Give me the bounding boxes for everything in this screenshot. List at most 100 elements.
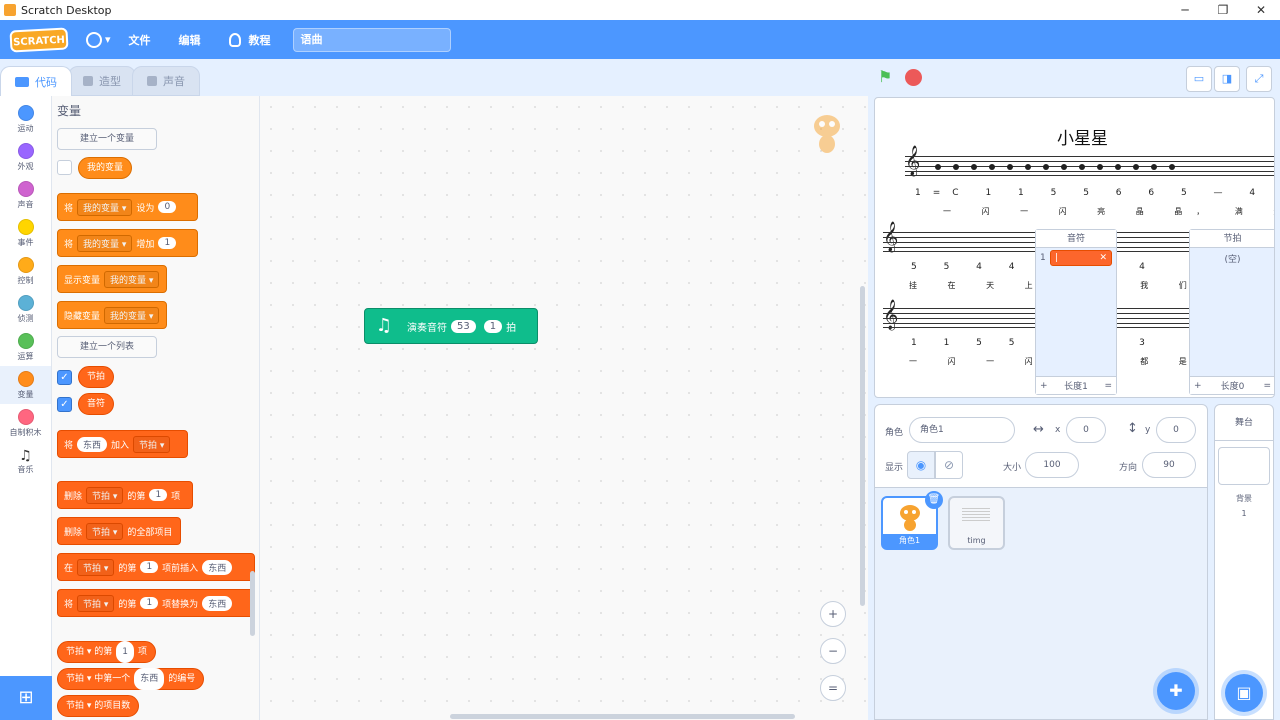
list-reporter-beats[interactable]: 节拍 bbox=[78, 366, 115, 388]
stage-selector-panel[interactable]: 舞台 背景 1 bbox=[1214, 404, 1274, 720]
show-sprite-button[interactable]: ◉ bbox=[907, 451, 935, 479]
sprite-card-1[interactable]: 角色1 🗑 bbox=[881, 491, 943, 550]
category-sound[interactable]: 声音 bbox=[0, 176, 51, 214]
stage-canvas[interactable]: 小星星 𝄞 1=C 1 1 5 5 6 6 5 — 4 4 3 3 2 2 1 … bbox=[874, 97, 1275, 398]
list-dropdown[interactable]: 节拍 ▾ bbox=[77, 558, 115, 576]
value-input[interactable]: 东西 bbox=[202, 559, 233, 575]
palette-scrollbar[interactable] bbox=[250, 571, 255, 636]
hide-variable-block[interactable]: 隐藏变量 我的变量 ▾ bbox=[57, 301, 167, 329]
replace-item-block[interactable]: 将 节拍 ▾ 的第 1 项替换为 东西 bbox=[57, 589, 255, 617]
variable-dropdown[interactable]: 我的变量 ▾ bbox=[77, 198, 133, 216]
item-of-list-reporter[interactable]: 节拍 ▾ 的第 1 项 bbox=[57, 641, 157, 663]
script-workspace[interactable]: ♫ 演奏音符 53 1 拍 + − = bbox=[260, 96, 868, 720]
category-looks[interactable]: 外观 bbox=[0, 138, 51, 176]
hide-sprite-button[interactable]: ⊘ bbox=[935, 451, 963, 479]
length-of-list-reporter[interactable]: 节拍 ▾ 的项目数 bbox=[57, 695, 140, 717]
zoom-reset-button[interactable]: = bbox=[820, 675, 846, 701]
value-input[interactable]: 1 bbox=[140, 561, 159, 573]
backdrop-thumbnail[interactable] bbox=[1218, 447, 1270, 485]
list-dropdown[interactable]: 节拍 ▾ bbox=[77, 594, 115, 612]
zoom-in-button[interactable]: + bbox=[820, 601, 846, 627]
tab-costumes[interactable]: 造型 bbox=[68, 66, 136, 96]
y-input[interactable]: 0 bbox=[1156, 417, 1196, 443]
delete-item-block[interactable]: 删除 节拍 ▾ 的第 1 项 bbox=[57, 481, 193, 509]
project-title-input[interactable]: 语曲 bbox=[292, 27, 451, 52]
make-variable-button[interactable]: 建立一个变量 bbox=[57, 128, 157, 150]
list-monitor-beats[interactable]: 节拍 (空) + 长度0 = bbox=[1189, 229, 1274, 395]
value-input[interactable]: 1 bbox=[149, 489, 168, 501]
add-to-list-block[interactable]: 将 东西 加入 节拍 ▾ bbox=[57, 430, 188, 458]
list-item-editor[interactable]: | ✕ bbox=[1050, 250, 1112, 266]
tab-sounds[interactable]: 声音 bbox=[132, 66, 200, 96]
list-dropdown[interactable]: 节拍 ▾ bbox=[86, 522, 124, 540]
play-note-block[interactable]: ♫ 演奏音符 53 1 拍 bbox=[364, 308, 538, 344]
set-variable-block[interactable]: 将 我的变量 ▾ 设为 0 bbox=[57, 193, 198, 221]
show-variable-block[interactable]: 显示变量 我的变量 ▾ bbox=[57, 265, 167, 293]
add-extension-button[interactable]: ⊞ bbox=[0, 676, 52, 720]
sprite-card-2[interactable]: timg bbox=[948, 496, 1005, 550]
list-checkbox-beats[interactable]: ✓ bbox=[57, 370, 72, 385]
resize-handle[interactable]: = bbox=[1104, 381, 1112, 391]
beats-input[interactable]: 1 bbox=[483, 319, 503, 333]
variable-dropdown[interactable]: 我的变量 ▾ bbox=[77, 234, 133, 252]
language-menu[interactable]: ▾ bbox=[86, 31, 111, 48]
delete-item-icon[interactable]: ✕ bbox=[1099, 253, 1107, 263]
list-item[interactable]: 1 | ✕ bbox=[1040, 250, 1112, 266]
category-music[interactable]: ♫ 音乐 bbox=[0, 442, 51, 480]
category-my-blocks[interactable]: 自制积木 bbox=[0, 404, 51, 442]
resize-handle[interactable]: = bbox=[1263, 381, 1271, 391]
x-input[interactable]: 0 bbox=[1066, 417, 1106, 443]
list-monitor-notes[interactable]: 音符 1 | ✕ + 长度1 = bbox=[1035, 229, 1117, 395]
maximize-button[interactable]: ❐ bbox=[1204, 0, 1242, 20]
sprite-name-input[interactable]: 角色1 bbox=[909, 417, 1015, 443]
value-input[interactable]: 1 bbox=[158, 237, 177, 249]
minimize-button[interactable]: ─ bbox=[1166, 0, 1204, 20]
variable-dropdown[interactable]: 我的变量 ▾ bbox=[104, 270, 160, 288]
list-checkbox-notes[interactable]: ✓ bbox=[57, 397, 72, 412]
tutorials-button[interactable]: 教程 bbox=[228, 32, 271, 48]
normal-stage-button[interactable]: ◨ bbox=[1214, 66, 1240, 92]
value-input[interactable]: 1 bbox=[140, 597, 159, 609]
delete-all-block[interactable]: 删除 节拍 ▾ 的全部项目 bbox=[57, 517, 181, 545]
close-window-button[interactable]: ✕ bbox=[1242, 0, 1280, 20]
list-reporter-notes[interactable]: 音符 bbox=[78, 393, 115, 415]
size-input[interactable]: 100 bbox=[1025, 452, 1079, 478]
value-input[interactable]: 0 bbox=[158, 201, 177, 213]
category-sensing[interactable]: 侦测 bbox=[0, 290, 51, 328]
category-events[interactable]: 事件 bbox=[0, 214, 51, 252]
variable-dropdown[interactable]: 我的变量 ▾ bbox=[104, 306, 160, 324]
zoom-out-button[interactable]: − bbox=[820, 638, 846, 664]
make-list-button[interactable]: 建立一个列表 bbox=[57, 336, 157, 358]
value-input[interactable]: 1 bbox=[116, 641, 135, 663]
category-control[interactable]: 控制 bbox=[0, 252, 51, 290]
add-item-button[interactable]: + bbox=[1194, 381, 1202, 391]
workspace-vertical-scrollbar[interactable] bbox=[860, 286, 865, 606]
category-operators[interactable]: 运算 bbox=[0, 328, 51, 366]
note-input[interactable]: 53 bbox=[451, 319, 476, 333]
category-motion[interactable]: 运动 bbox=[0, 100, 51, 138]
list-dropdown[interactable]: 节拍 ▾ bbox=[133, 435, 171, 453]
green-flag-button[interactable]: ⚑ bbox=[878, 68, 896, 86]
add-sprite-button[interactable]: ✚ bbox=[1157, 672, 1195, 710]
fullscreen-button[interactable]: ⤢ bbox=[1246, 66, 1272, 92]
edit-menu[interactable]: 编辑 bbox=[179, 32, 201, 48]
my-variable-reporter[interactable]: 我的变量 bbox=[78, 157, 133, 179]
index-of-item-reporter[interactable]: 节拍 ▾ 中第一个 东西 的编号 bbox=[57, 668, 205, 690]
file-menu[interactable]: 文件 bbox=[129, 32, 151, 48]
insert-item-block[interactable]: 在 节拍 ▾ 的第 1 项前插入 东西 bbox=[57, 553, 255, 581]
workspace-horizontal-scrollbar[interactable] bbox=[450, 714, 795, 719]
list-dropdown[interactable]: 节拍 ▾ bbox=[86, 486, 124, 504]
variable-checkbox[interactable] bbox=[57, 160, 72, 175]
direction-input[interactable]: 90 bbox=[1142, 452, 1196, 478]
value-input[interactable]: 东西 bbox=[202, 595, 233, 611]
delete-sprite-button[interactable]: 🗑 bbox=[925, 491, 943, 509]
tab-code[interactable]: 代码 bbox=[0, 66, 72, 96]
small-stage-button[interactable]: ▭ bbox=[1186, 66, 1212, 92]
add-backdrop-button[interactable]: ▣ bbox=[1225, 674, 1263, 712]
value-input[interactable]: 东西 bbox=[77, 436, 108, 452]
change-variable-block[interactable]: 将 我的变量 ▾ 增加 1 bbox=[57, 229, 198, 257]
stop-button[interactable] bbox=[905, 69, 922, 86]
scratch-logo[interactable]: SCRATCH bbox=[9, 26, 69, 53]
add-item-button[interactable]: + bbox=[1040, 381, 1048, 391]
category-variables[interactable]: 变量 bbox=[0, 366, 51, 404]
